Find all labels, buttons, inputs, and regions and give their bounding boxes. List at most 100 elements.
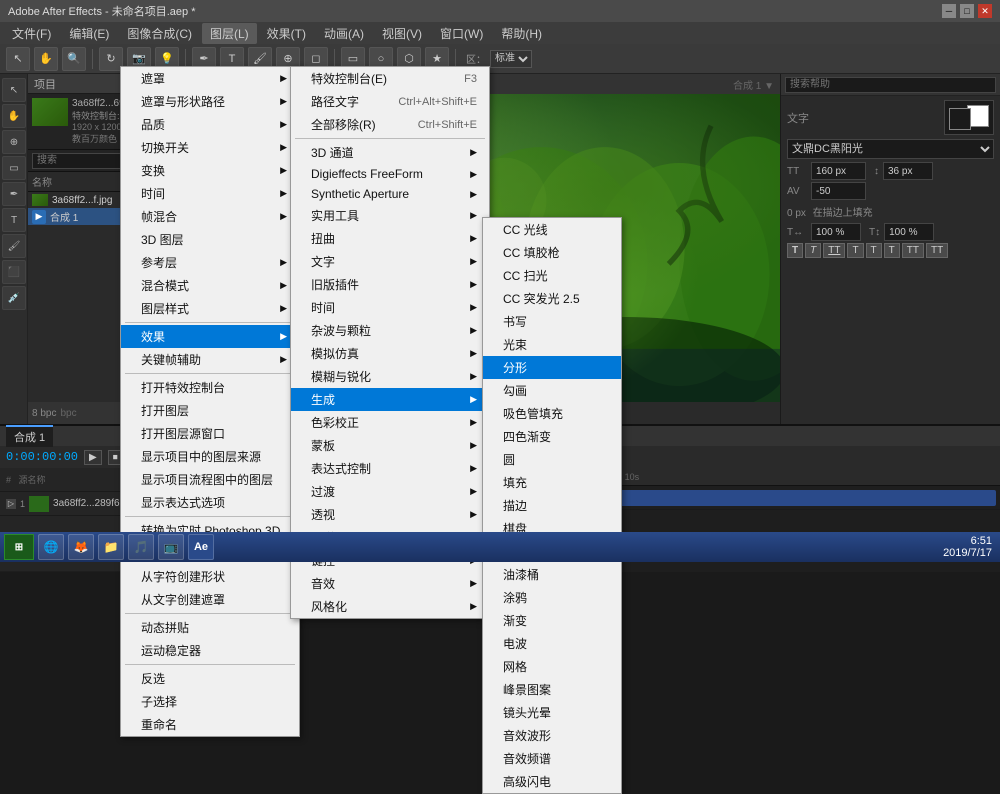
layer-menu-open-effect[interactable]: 打开特效控制台: [121, 376, 299, 399]
layer-menu-time[interactable]: 时间▶: [121, 182, 299, 205]
tool-icon-fill[interactable]: ⬛: [2, 260, 26, 284]
gen-write[interactable]: 书写: [483, 310, 621, 333]
taskbar-start[interactable]: ⊞: [4, 534, 34, 560]
tool-zoom[interactable]: 🔍: [62, 47, 86, 71]
gen-eyedropper[interactable]: 吸色管填充: [483, 402, 621, 425]
tracking-input[interactable]: [811, 182, 866, 200]
menu-view[interactable]: 视图(V): [374, 23, 430, 44]
menu-window[interactable]: 窗口(W): [432, 23, 491, 44]
tool-icon-text[interactable]: T: [2, 208, 26, 232]
layer-menu-effect[interactable]: 效果▶: [121, 325, 299, 348]
layer-menu-stabilize[interactable]: 运动稳定器: [121, 639, 299, 662]
menu-effect[interactable]: 效果(T): [259, 23, 314, 44]
eff-noise[interactable]: 杂波与颗粒▶: [291, 319, 489, 342]
eff-3d-channel[interactable]: 3D 通道▶: [291, 141, 489, 164]
gen-4color[interactable]: 四色渐变: [483, 425, 621, 448]
menu-composition[interactable]: 图像合成(C): [119, 23, 200, 44]
menu-animation[interactable]: 动画(A): [316, 23, 372, 44]
gen-paint-bucket[interactable]: 油漆桶: [483, 563, 621, 586]
gen-outline[interactable]: 描边: [483, 494, 621, 517]
gen-beam[interactable]: 光束: [483, 333, 621, 356]
style-btn-italic[interactable]: T: [805, 243, 821, 258]
tool-icon-hand[interactable]: ✋: [2, 104, 26, 128]
style-btn-t3[interactable]: T: [884, 243, 900, 258]
eff-control[interactable]: 特效控制台(E)F3: [291, 67, 489, 90]
eff-stylize[interactable]: 风格化▶: [291, 595, 489, 618]
workspace-select[interactable]: 标准: [490, 50, 532, 68]
eff-distort[interactable]: 扭曲▶: [291, 227, 489, 250]
minimize-button[interactable]: ─: [942, 4, 956, 18]
menu-layer[interactable]: 图层(L): [202, 23, 257, 44]
layer-menu-blend[interactable]: 帧混合▶: [121, 205, 299, 228]
gen-stroke[interactable]: 勾画: [483, 379, 621, 402]
gen-peak[interactable]: 峰景图案: [483, 678, 621, 701]
layer-menu-text-mask[interactable]: 从文字创建遮罩: [121, 588, 299, 611]
tool-icon-rect[interactable]: ▭: [2, 156, 26, 180]
scale-y-input[interactable]: [884, 223, 934, 241]
tool-icon-pen[interactable]: ✒: [2, 182, 26, 206]
gen-circle[interactable]: 圆: [483, 448, 621, 471]
prop-search-input[interactable]: [785, 77, 996, 93]
layer-menu-char-shape[interactable]: 从字符创建形状: [121, 565, 299, 588]
layer-menu-rename[interactable]: 重命名: [121, 713, 299, 736]
menu-edit[interactable]: 编辑(E): [61, 23, 117, 44]
generate-submenu[interactable]: CC 光线 CC 填胶枪 CC 扫光 CC 突发光 2.5 书写 光束 分形 勾…: [482, 217, 622, 794]
taskbar-icon-firefox[interactable]: 🦊: [68, 534, 94, 560]
eff-time[interactable]: 时间▶: [291, 296, 489, 319]
tool-icon-zoom[interactable]: ⊕: [2, 130, 26, 154]
layer-menu-open-source[interactable]: 打开图层源窗口: [121, 422, 299, 445]
eff-matte[interactable]: 蒙板▶: [291, 434, 489, 457]
gen-grid[interactable]: 网格: [483, 655, 621, 678]
layer-menu-reveal-flowchart[interactable]: 显示项目流程图中的图层: [121, 468, 299, 491]
layer-menu-style[interactable]: 图层样式▶: [121, 297, 299, 320]
maximize-button[interactable]: □: [960, 4, 974, 18]
gen-fractal[interactable]: 分形: [483, 356, 621, 379]
gen-audio-spectrum[interactable]: 音效频谱: [483, 747, 621, 770]
layer-menu-mask[interactable]: 遮罩▶: [121, 67, 299, 90]
taskbar-icon-media[interactable]: 🎵: [128, 534, 154, 560]
layer-menu-toggle[interactable]: 切换开关▶: [121, 136, 299, 159]
gen-audio-waveform[interactable]: 音效波形: [483, 724, 621, 747]
taskbar-icon-video[interactable]: 📺: [158, 534, 184, 560]
tool-icon-select[interactable]: ↖: [2, 78, 26, 102]
layer-menu-transform[interactable]: 变换▶: [121, 159, 299, 182]
timeline-tab-comp[interactable]: 合成 1: [6, 425, 53, 447]
eff-text[interactable]: 文字▶: [291, 250, 489, 273]
eff-utility[interactable]: 实用工具▶: [291, 204, 489, 227]
gen-cc-scan[interactable]: CC 扫光: [483, 264, 621, 287]
gen-fill[interactable]: 填充: [483, 471, 621, 494]
layer-menu-quality[interactable]: 品质▶: [121, 113, 299, 136]
eff-remove-all[interactable]: 全部移除(R)Ctrl+Shift+E: [291, 113, 489, 136]
gen-cc-gun[interactable]: CC 填胶枪: [483, 241, 621, 264]
eff-generate[interactable]: 生成▶: [291, 388, 489, 411]
layer-menu-mask-shape[interactable]: 遮罩与形状路径▶: [121, 90, 299, 113]
taskbar-icon-browser[interactable]: 🌐: [38, 534, 64, 560]
tool-icon-eyedrop[interactable]: 💉: [2, 286, 26, 310]
layer-menu-open-layer[interactable]: 打开图层: [121, 399, 299, 422]
layer-menu-blendmode[interactable]: 混合模式▶: [121, 274, 299, 297]
gen-lens-flare[interactable]: 镜头光晕: [483, 701, 621, 724]
layer-menu[interactable]: 遮罩▶ 遮罩与形状路径▶ 品质▶ 切换开关▶ 变换▶ 时间▶ 帧混合▶ 3D 图…: [120, 66, 300, 737]
eff-simulation[interactable]: 模拟仿真▶: [291, 342, 489, 365]
gen-radiowave[interactable]: 电波: [483, 632, 621, 655]
eff-transition[interactable]: 过渡▶: [291, 480, 489, 503]
scale-x-input[interactable]: [811, 223, 861, 241]
eff-expr-ctrl[interactable]: 表达式控制▶: [291, 457, 489, 480]
layer-menu-reveal-project[interactable]: 显示项目中的图层来源: [121, 445, 299, 468]
style-btn-t5[interactable]: TT: [926, 243, 948, 258]
style-btn-bold[interactable]: T: [787, 243, 803, 258]
layer-menu-keyframe[interactable]: 关键帧辅助▶: [121, 348, 299, 371]
gen-cc-burst[interactable]: CC 突发光 2.5: [483, 287, 621, 310]
eff-legacy[interactable]: 旧版插件▶: [291, 273, 489, 296]
style-btn-t4[interactable]: TT: [902, 243, 924, 258]
gen-gradient[interactable]: 渐变: [483, 609, 621, 632]
swatch-black[interactable]: [949, 108, 971, 130]
track-expand[interactable]: ▷: [6, 499, 16, 509]
style-btn-t1[interactable]: T: [847, 243, 863, 258]
eff-digifx[interactable]: Digieffects FreeForm▶: [291, 164, 489, 184]
layer-menu-subselect[interactable]: 子选择: [121, 690, 299, 713]
eff-audio[interactable]: 音效▶: [291, 572, 489, 595]
layer-menu-3d[interactable]: 3D 图层: [121, 228, 299, 251]
tool-select[interactable]: ↖: [6, 47, 30, 71]
style-btn-t2[interactable]: T: [866, 243, 882, 258]
